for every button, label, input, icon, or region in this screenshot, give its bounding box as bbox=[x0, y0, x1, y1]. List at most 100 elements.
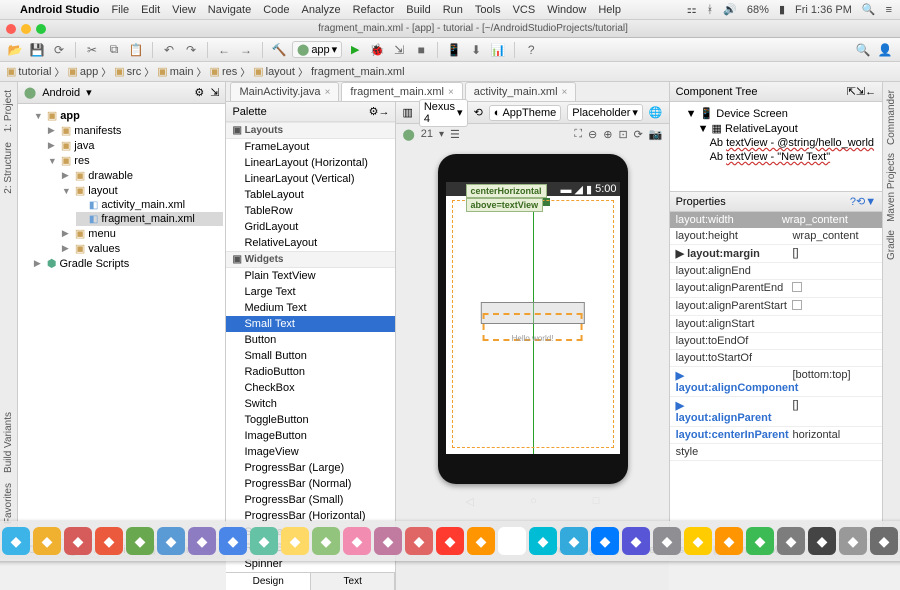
recent-icon[interactable]: □ bbox=[593, 495, 600, 508]
palette-item[interactable]: RadioButton bbox=[226, 364, 395, 380]
property-row[interactable]: layout:alignEnd bbox=[670, 263, 883, 280]
component-tree[interactable]: ▼ 📱 Device Screen ▼ ▦ RelativeLayout Ab … bbox=[670, 102, 883, 192]
menu-navigate[interactable]: Navigate bbox=[208, 4, 251, 16]
home-icon[interactable]: ○ bbox=[530, 495, 537, 508]
theme-selector[interactable]: ◐AppTheme bbox=[489, 105, 561, 121]
dock-app[interactable]: ◆ bbox=[343, 527, 371, 555]
property-row[interactable]: ▶ layout:alignComponent[bottom:top] bbox=[670, 367, 883, 397]
tab-project[interactable]: 1: Project bbox=[2, 86, 15, 136]
spotlight-icon[interactable]: 🔍 bbox=[862, 3, 876, 16]
palette-item[interactable]: ProgressBar (Normal) bbox=[226, 476, 395, 492]
search-everywhere-icon[interactable]: 🔍 bbox=[854, 41, 872, 59]
palette-group[interactable]: ▣ Widgets bbox=[226, 251, 395, 268]
tab-gradle[interactable]: Gradle bbox=[885, 226, 898, 264]
property-row[interactable]: ▶ layout:margin[] bbox=[670, 245, 883, 263]
dock-app[interactable]: ◆ bbox=[2, 527, 30, 555]
menu-view[interactable]: View bbox=[172, 4, 196, 16]
palette-item[interactable]: Button bbox=[226, 332, 395, 348]
palette-item[interactable]: LinearLayout (Vertical) bbox=[226, 171, 395, 187]
dock-app[interactable]: ◆ bbox=[95, 527, 123, 555]
volume-icon[interactable]: 🔊 bbox=[723, 3, 737, 16]
collapse-icon[interactable]: → bbox=[378, 106, 389, 118]
menu-code[interactable]: Code bbox=[263, 4, 289, 16]
dock-app[interactable]: ◆ bbox=[405, 527, 433, 555]
wifi-icon[interactable]: ⚏ bbox=[687, 3, 697, 16]
save-icon[interactable]: 💾 bbox=[28, 41, 46, 59]
run-config-selector[interactable]: ⬤ app ▾ bbox=[292, 41, 342, 58]
monitor-icon[interactable]: 📊 bbox=[489, 41, 507, 59]
palette-item[interactable]: Small Text bbox=[226, 316, 395, 332]
expand-icon[interactable]: ⛶ bbox=[574, 128, 582, 141]
text-tab[interactable]: Text bbox=[311, 573, 396, 590]
palette-item[interactable]: ProgressBar (Small) bbox=[226, 492, 395, 508]
dock-app[interactable]: ◆ bbox=[622, 527, 650, 555]
crumb-item[interactable]: ▣res bbox=[210, 65, 238, 78]
menu-refactor[interactable]: Refactor bbox=[353, 4, 395, 16]
open-icon[interactable]: 📂 bbox=[6, 41, 24, 59]
menu-vcs[interactable]: VCS bbox=[513, 4, 536, 16]
close-icon[interactable]: × bbox=[562, 87, 568, 98]
menu-file[interactable]: File bbox=[111, 4, 129, 16]
run-button[interactable]: ▶ bbox=[346, 41, 364, 59]
property-row[interactable]: ▶ layout:alignParent[] bbox=[670, 397, 883, 427]
lang-icon[interactable]: 🌐 bbox=[649, 106, 663, 119]
property-row[interactable]: layout:centerInParenthorizontal bbox=[670, 427, 883, 444]
menu-edit[interactable]: Edit bbox=[141, 4, 160, 16]
crumb-item[interactable]: ▣layout bbox=[253, 65, 295, 78]
property-row[interactable]: layout:alignStart bbox=[670, 316, 883, 333]
crumb-item[interactable]: ▣app bbox=[67, 65, 98, 78]
palette-item[interactable]: ToggleButton bbox=[226, 412, 395, 428]
zoom-in-icon[interactable]: ⊕ bbox=[603, 128, 612, 141]
dock-app[interactable]: ◆ bbox=[529, 527, 557, 555]
palette-item[interactable]: Large Text bbox=[226, 284, 395, 300]
close-icon[interactable]: × bbox=[325, 87, 331, 98]
undo-icon[interactable]: ↶ bbox=[160, 41, 178, 59]
tab-maven[interactable]: Maven Projects bbox=[885, 149, 898, 226]
chevron-down-icon[interactable]: ▾ bbox=[86, 86, 92, 99]
hello-world-text[interactable]: Hello world! bbox=[512, 334, 554, 343]
maximize-window-button[interactable] bbox=[36, 24, 46, 34]
tab-commander[interactable]: Commander bbox=[885, 86, 898, 149]
palette-item[interactable]: Switch bbox=[226, 396, 395, 412]
paste-icon[interactable]: 📋 bbox=[127, 41, 145, 59]
project-view-label[interactable]: Android bbox=[42, 87, 80, 99]
editor-tab[interactable]: activity_main.xml× bbox=[465, 82, 577, 101]
dock-app[interactable]: ◆ bbox=[188, 527, 216, 555]
battery-text[interactable]: 68% bbox=[747, 4, 769, 16]
cut-icon[interactable]: ✂ bbox=[83, 41, 101, 59]
hide-icon[interactable]: ← bbox=[865, 86, 876, 98]
dock-app[interactable]: ◆ bbox=[219, 527, 247, 555]
dock-app[interactable]: ◆ bbox=[715, 527, 743, 555]
palette-item[interactable]: ImageView bbox=[226, 444, 395, 460]
reset-zoom-icon[interactable]: ⊡ bbox=[618, 128, 627, 141]
palette-item[interactable]: ProgressBar (Large) bbox=[226, 460, 395, 476]
close-window-button[interactable] bbox=[6, 24, 16, 34]
menu-analyze[interactable]: Analyze bbox=[302, 4, 341, 16]
dock-app[interactable]: ◆ bbox=[250, 527, 278, 555]
device-selector[interactable]: Nexus 4▾ bbox=[419, 99, 468, 127]
dock-app[interactable]: ◆ bbox=[64, 527, 92, 555]
hammer-icon[interactable]: 🔨 bbox=[270, 41, 288, 59]
sdk-icon[interactable]: ⬇ bbox=[467, 41, 485, 59]
help-icon[interactable]: ? bbox=[522, 41, 540, 59]
tab-build-variants[interactable]: Build Variants bbox=[2, 408, 15, 477]
user-icon[interactable]: 👤 bbox=[876, 41, 894, 59]
editor-tab[interactable]: MainActivity.java× bbox=[230, 82, 339, 101]
close-icon[interactable]: × bbox=[448, 87, 454, 98]
dock-app[interactable]: ◆ bbox=[126, 527, 154, 555]
menu-run[interactable]: Run bbox=[443, 4, 463, 16]
dock-app[interactable]: ◆ bbox=[436, 527, 464, 555]
dock-app[interactable]: ◆ bbox=[281, 527, 309, 555]
camera-icon[interactable]: 📷 bbox=[649, 128, 663, 141]
dock-app[interactable]: ◆ bbox=[157, 527, 185, 555]
dock-app[interactable]: ◆ bbox=[808, 527, 836, 555]
dock-app[interactable]: ◆ bbox=[684, 527, 712, 555]
palette-item[interactable]: FrameLayout bbox=[226, 139, 395, 155]
palette-group[interactable]: ▣ Layouts bbox=[226, 122, 395, 139]
properties-body[interactable]: layout:widthwrap_content layout:heightwr… bbox=[670, 212, 883, 539]
collapse-all-icon[interactable]: ⇲ bbox=[856, 85, 865, 98]
design-tab[interactable]: Design bbox=[226, 573, 311, 590]
dock-app[interactable]: ◆ bbox=[653, 527, 681, 555]
back-icon[interactable]: ← bbox=[215, 41, 233, 59]
palette-item[interactable]: TableLayout bbox=[226, 187, 395, 203]
